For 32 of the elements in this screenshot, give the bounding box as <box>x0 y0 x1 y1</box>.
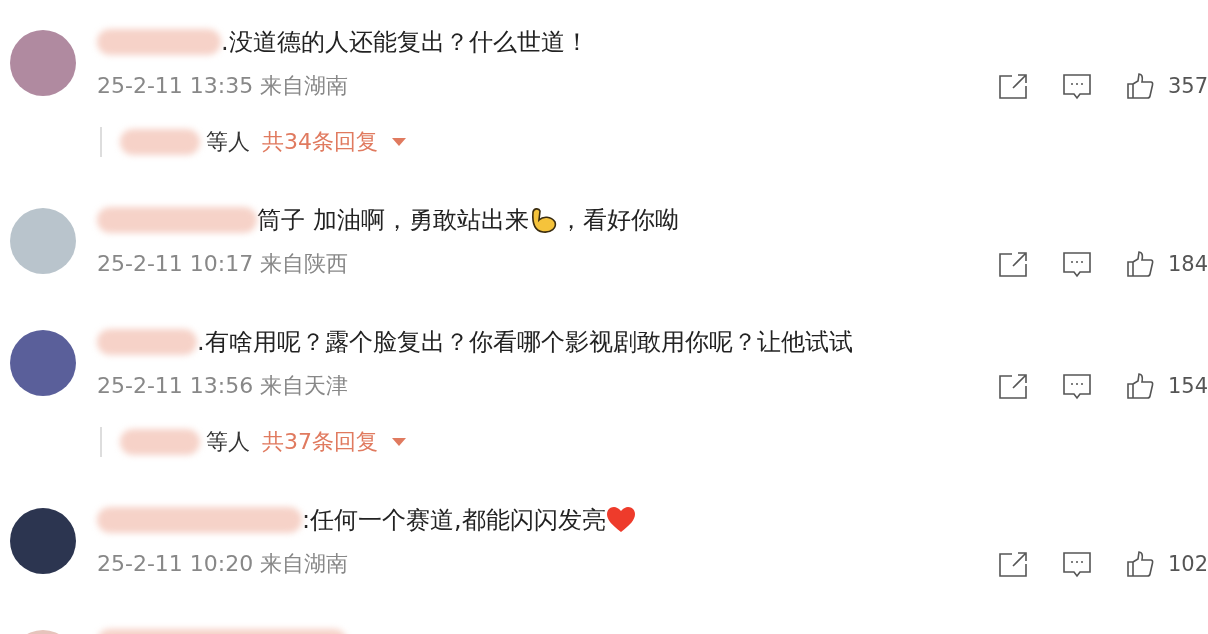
heart-emoji <box>605 506 636 534</box>
thumbs-up-icon[interactable] <box>1125 550 1154 578</box>
share-icon[interactable] <box>997 550 1028 578</box>
comment-text: ，看好你呦 <box>558 205 679 236</box>
reply-count-link[interactable]: 共34条回复 <box>262 127 378 157</box>
thumbs-up-icon[interactable] <box>1125 72 1154 100</box>
replier-suffix: 等人 <box>206 428 250 456</box>
like-count: 154 <box>1167 374 1208 398</box>
timestamp: 25-2-11 10:20 来自湖南 <box>97 550 349 578</box>
timestamp: 25-2-11 10:17 来自陕西 <box>97 250 349 278</box>
share-icon[interactable] <box>997 72 1028 100</box>
like-count: 184 <box>1167 252 1208 276</box>
timestamp: 25-2-11 13:56 来自天津 <box>97 372 349 400</box>
comment-icon[interactable] <box>1061 72 1092 100</box>
timestamp: 25-2-11 13:35 来自湖南 <box>97 72 349 100</box>
caret-icon[interactable] <box>392 138 406 146</box>
replier-suffix: 等人 <box>206 128 250 156</box>
share-icon[interactable] <box>997 250 1028 278</box>
thumbs-up-icon[interactable] <box>1125 250 1154 278</box>
like-count: 102 <box>1167 552 1208 576</box>
comment-text: .没道德的人还能复出？什么世道！ <box>221 27 589 58</box>
caret-icon[interactable] <box>392 438 406 446</box>
share-icon[interactable] <box>997 372 1028 400</box>
thumbs-up-icon[interactable] <box>1125 372 1154 400</box>
comment-icon[interactable] <box>1061 372 1092 400</box>
comment-icon[interactable] <box>1061 550 1092 578</box>
reply-count-link[interactable]: 共37条回复 <box>262 427 378 457</box>
comment-text: 筒子 加油啊，勇敢站出来 <box>257 205 529 236</box>
comment-text: .有啥用呢？露个脸复出？你看哪个影视剧敢用你呢？让他试试 <box>197 327 853 358</box>
comment-text: :任何一个赛道,都能闪闪发亮 <box>302 505 606 536</box>
like-count: 357 <box>1167 74 1208 98</box>
comment-icon[interactable] <box>1061 250 1092 278</box>
